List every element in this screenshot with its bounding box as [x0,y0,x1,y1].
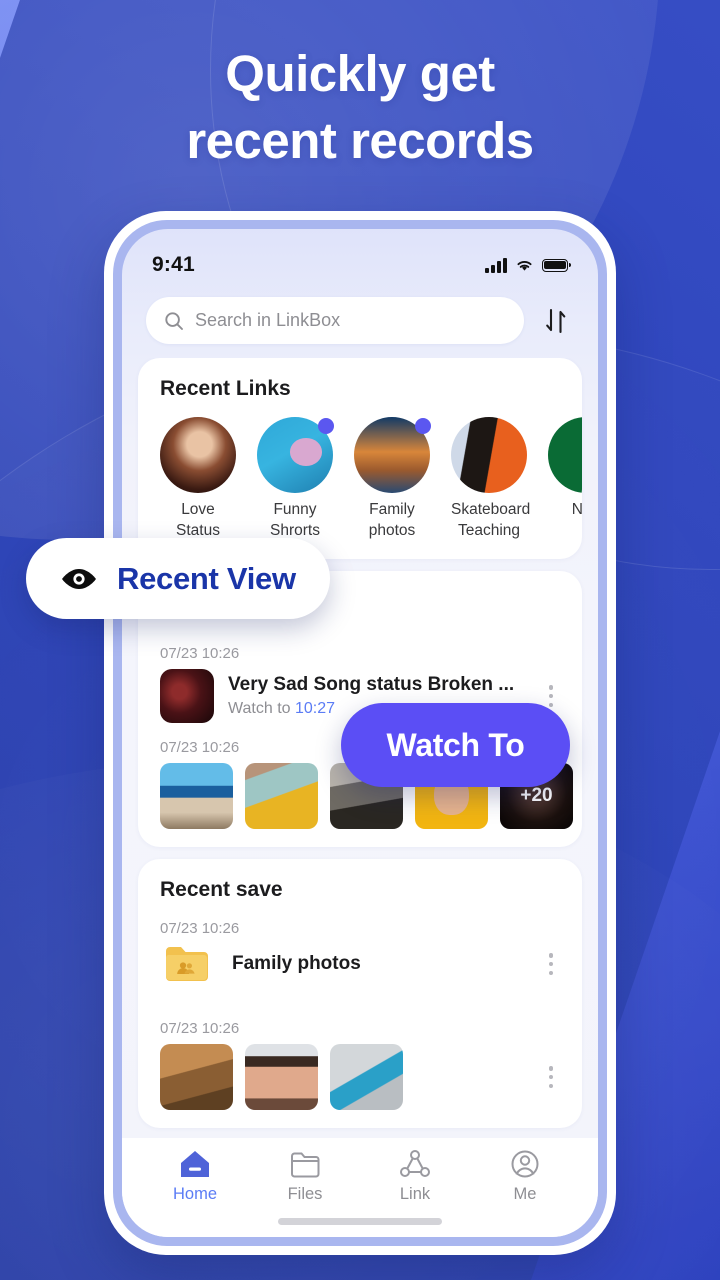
recent-link-avatar[interactable] [451,417,527,493]
recent-link-item[interactable]: Family photos [354,417,431,541]
recent-link-label: Love Status [176,501,220,539]
watch-to-callout[interactable]: Watch To [341,703,570,787]
folder-row-menu-button[interactable] [538,947,564,981]
video-title: Very Sad Song status Broken ... [228,674,515,696]
recent-save-photo-row[interactable] [138,1044,582,1128]
eye-icon [62,568,96,589]
recent-links-title: Recent Links [160,377,291,400]
recent-links-card: Recent Links Love Status Funny Shrorts Famil… [138,358,582,560]
recent-save-title: Recent save [160,878,283,902]
tab-home[interactable]: Home [140,1148,250,1204]
tab-me-label: Me [513,1185,537,1203]
recent-save-photo-row-menu-button[interactable] [538,1060,564,1094]
tab-me[interactable]: Me [470,1148,580,1204]
photo-thumbnail[interactable] [245,763,318,830]
cellular-signal-icon [485,257,507,273]
folder-icon [291,1152,320,1178]
recent-link-avatar[interactable] [160,417,236,493]
recent-link-label: Nane [571,501,582,539]
unread-badge-dot [415,418,431,434]
recent-link-item[interactable]: Skateboard Teaching [451,417,531,541]
unread-badge-dot [318,418,334,434]
recent-view-callout[interactable]: Recent View [26,538,330,619]
photo-thumbnail[interactable] [330,1044,403,1111]
recent-link-item[interactable]: Funny Shrorts [257,417,334,541]
photo-thumbnail[interactable] [160,763,233,830]
headline-line-2: recent records [186,112,534,170]
photo-thumbnail[interactable] [245,1044,318,1111]
bottom-tab-bar[interactable]: Home Files Link Me [122,1138,598,1210]
recent-link-thumbnail [451,417,527,493]
recent-link-label: Skateboard Teaching [451,501,531,539]
tab-link-label: Link [399,1185,431,1203]
recent-link-item[interactable]: Nane [548,417,582,541]
person-circle-icon [511,1150,539,1178]
tab-link[interactable]: Link [360,1148,470,1204]
wifi-icon [517,260,532,271]
recent-link-avatar[interactable] [257,417,334,493]
battery-full-icon [542,258,572,272]
home-icon [181,1151,209,1177]
watch-to-time: 10:27 [294,700,336,718]
status-bar: 9:41 [122,229,598,287]
sort-button[interactable] [538,301,574,341]
recent-link-thumbnail [160,417,236,493]
folder-name: Family photos [232,953,361,975]
status-bar-icons [485,257,572,273]
save-photo-row-date: 07/23 10:26 [160,1020,240,1038]
folder-row[interactable]: Family photos [138,944,582,1004]
watch-to-callout-label: Watch To [386,726,525,763]
video-thumbnail[interactable] [160,669,214,724]
search-row: Search in LinkBox [122,287,598,358]
search-input[interactable]: Search in LinkBox [146,297,524,344]
tab-files[interactable]: Files [250,1148,360,1204]
recent-view-photo-row-menu-button[interactable] [597,779,598,813]
search-placeholder: Search in LinkBox [195,310,341,330]
folder-shared-icon [165,947,208,982]
recent-link-label: Funny Shrorts [270,501,320,539]
status-bar-time: 9:41 [152,253,195,276]
recent-save-card: Recent save 07/23 10:26 Family photos 07… [138,859,582,1129]
watch-to-prefix: Watch to [228,700,295,718]
folder-row-date: 07/23 10:26 [160,920,240,938]
photo-thumbnail[interactable] [160,1044,233,1111]
search-icon [165,311,183,330]
home-indicator [122,1210,598,1237]
recent-link-item[interactable]: Love Status [160,417,236,541]
recent-view-callout-label: Recent View [117,560,296,596]
recent-link-avatar[interactable] [354,417,431,493]
link-graph-icon [400,1150,430,1177]
tab-home-label: Home [172,1185,217,1203]
recent-link-label: Family photos [368,501,416,539]
promo-headline: Quickly get recent records [0,40,720,175]
recent-link-avatar[interactable] [548,417,582,493]
tab-files-label: Files [287,1185,323,1203]
video-row-date: 07/23 10:26 [160,645,240,663]
recent-link-thumbnail [548,417,582,493]
recent-links-carousel[interactable]: Love Status Funny Shrorts Family photos Skateb… [138,403,582,559]
headline-line-1: Quickly get [225,45,495,102]
sort-arrows-icon [546,308,566,333]
